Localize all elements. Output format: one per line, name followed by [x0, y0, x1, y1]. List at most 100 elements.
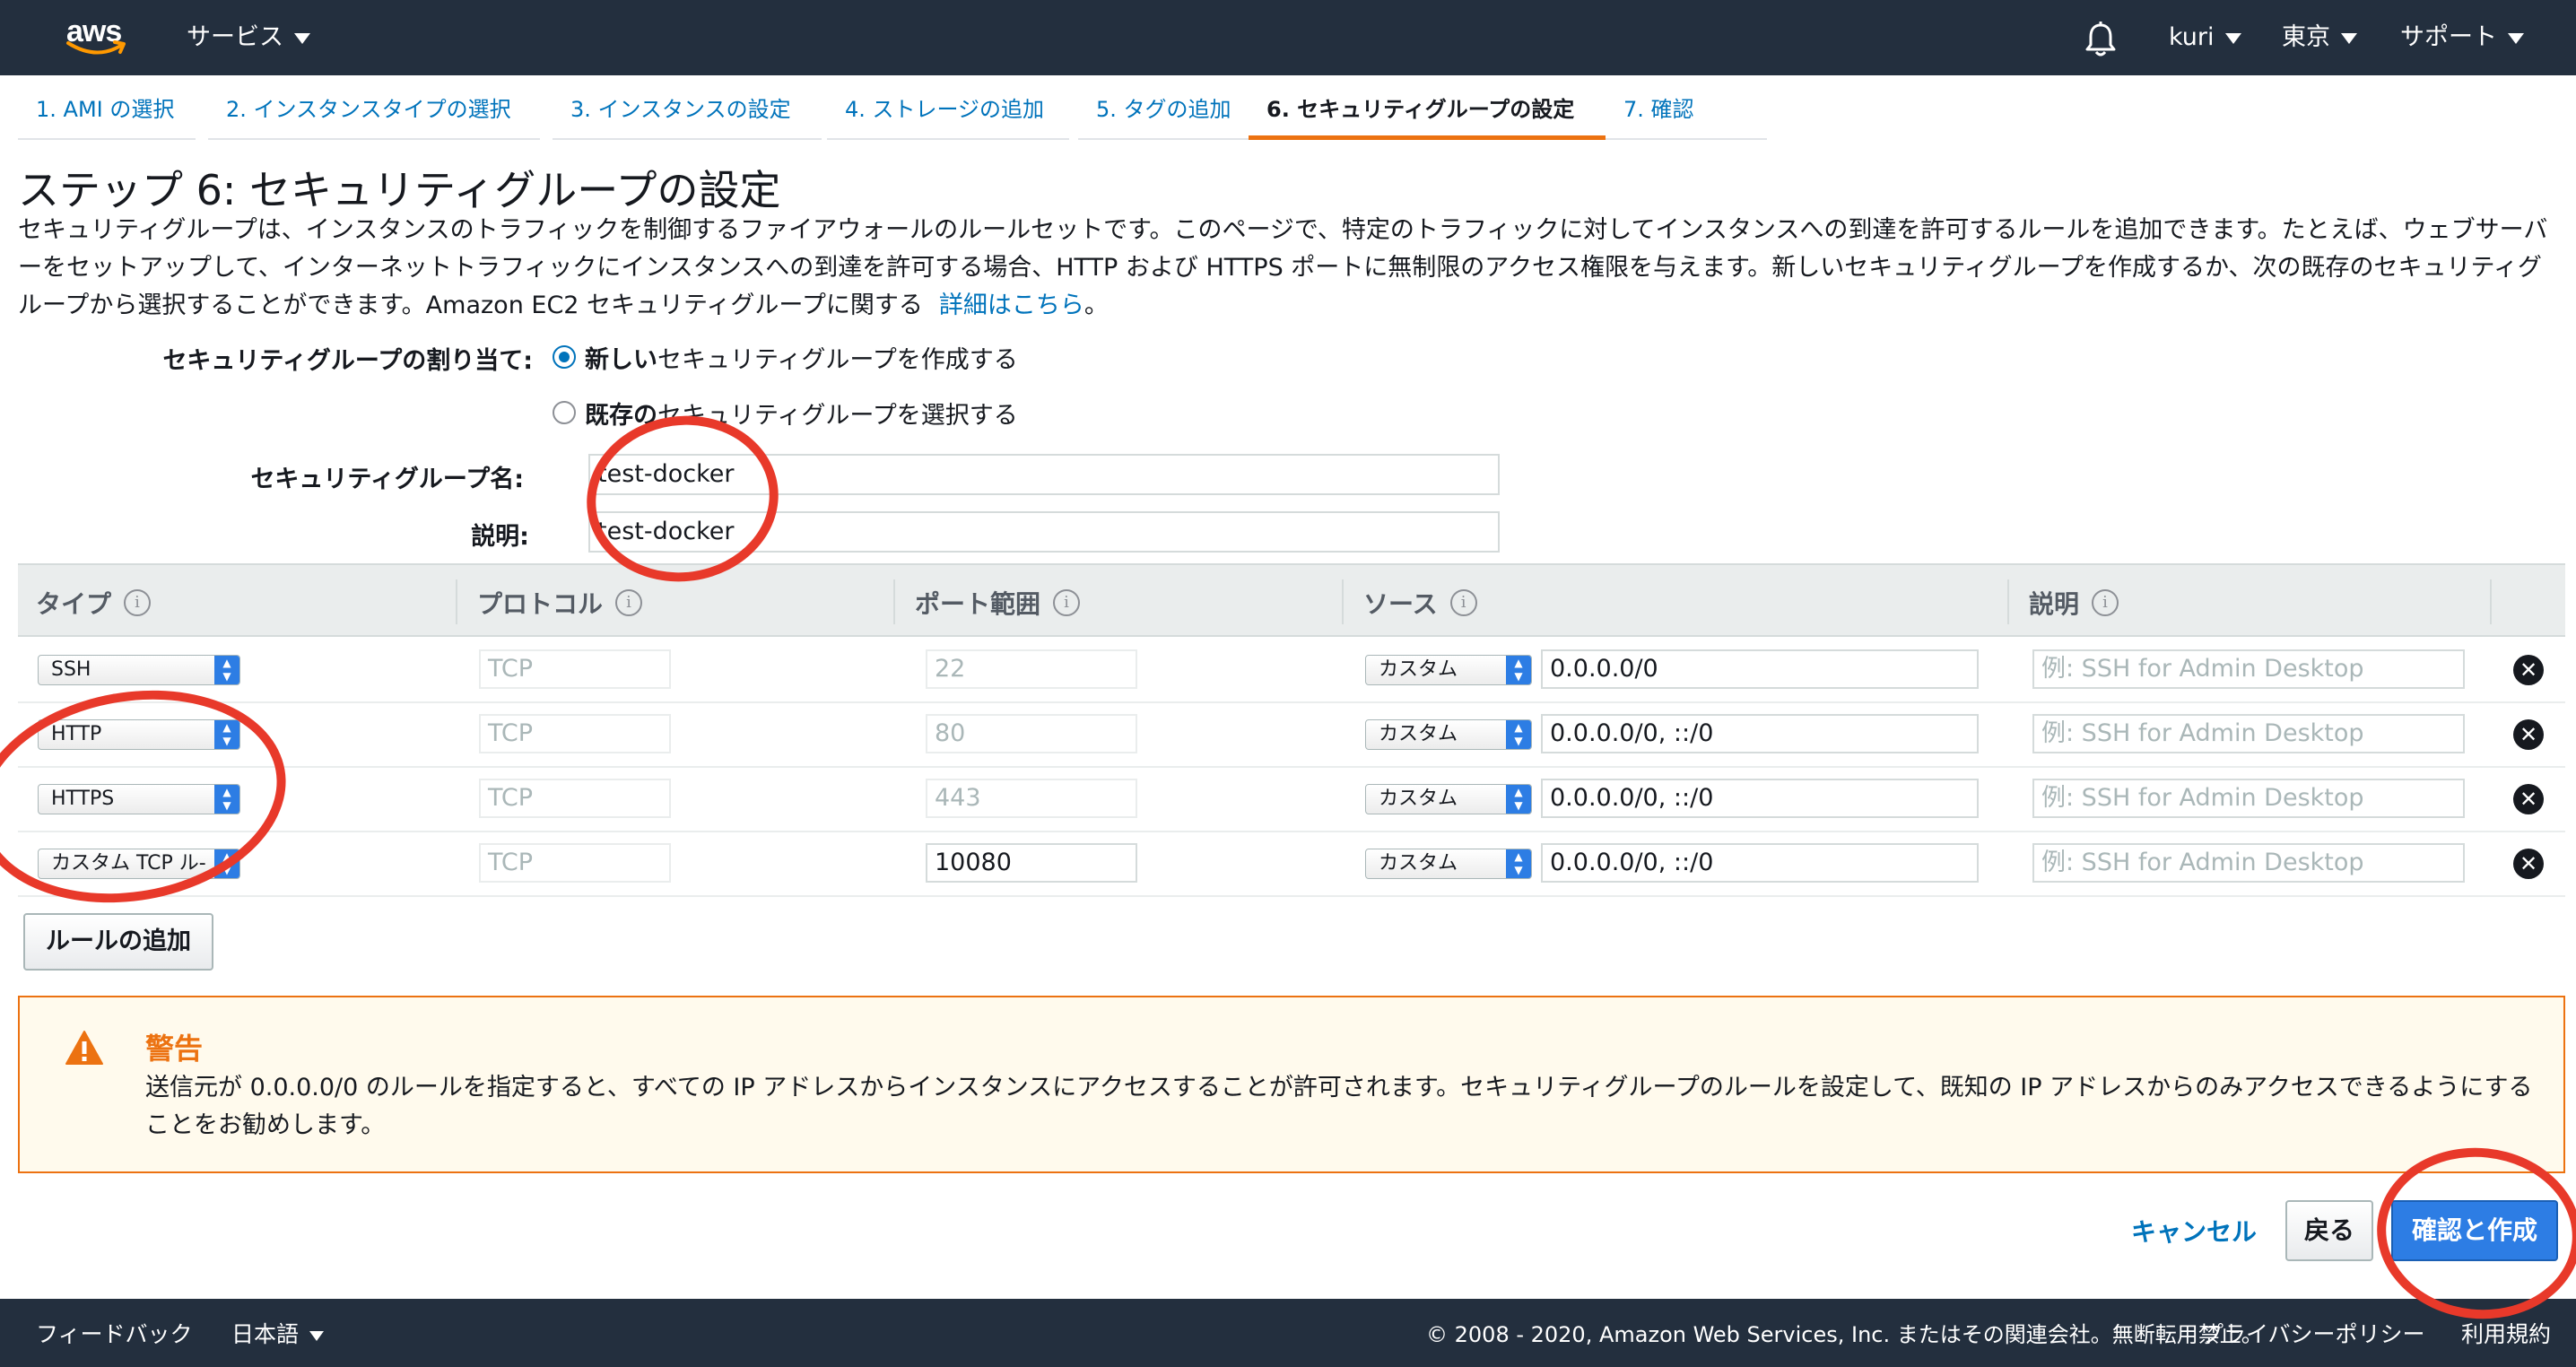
- select-arrows-icon: ▲ ▼: [1506, 785, 1531, 814]
- tab-review[interactable]: 7. 確認: [1606, 86, 1767, 140]
- radio-unselected-icon[interactable]: [553, 401, 576, 424]
- type-select[interactable]: HTTPS ▲ ▼: [38, 784, 240, 814]
- info-icon[interactable]: i: [1053, 589, 1081, 616]
- port-range-field: 22: [926, 649, 1137, 689]
- table-row: SSH ▲ ▼ TCP 22 カスタム ▲ ▼ 0.0.0.0/0 例: SSH for…: [18, 639, 2565, 703]
- back-button[interactable]: 戻る: [2285, 1200, 2373, 1261]
- source-mode-select[interactable]: カスタム ▲ ▼: [1365, 655, 1532, 685]
- type-select[interactable]: HTTP ▲ ▼: [38, 719, 240, 750]
- feedback-link[interactable]: フィードバック: [36, 1317, 193, 1349]
- chevron-down-icon: [2224, 32, 2241, 44]
- column-divider: [2490, 579, 2492, 624]
- source-mode-value: カスタム: [1379, 723, 1458, 745]
- assign-label: セキュリティグループの割り当て:: [162, 347, 533, 375]
- chevron-down-icon: [294, 32, 310, 44]
- remove-rule-icon[interactable]: ✕: [2513, 784, 2544, 814]
- aws-smile-icon: [66, 40, 126, 55]
- remove-rule-icon[interactable]: ✕: [2513, 849, 2544, 879]
- select-arrows-icon: ▲ ▼: [1506, 656, 1531, 684]
- user-menu[interactable]: kuri: [2169, 20, 2241, 56]
- group-description-label: 説明:: [471, 523, 529, 551]
- warning-icon: [65, 1031, 103, 1065]
- info-icon[interactable]: i: [124, 589, 152, 616]
- type-select-value: HTTP: [51, 723, 102, 745]
- port-range-field: 443: [926, 779, 1137, 818]
- chevron-down-icon: [309, 1330, 325, 1341]
- radio-new-label: セキュリティグループを作成する: [657, 345, 1018, 374]
- radio-existing-group[interactable]: 既存の セキュリティグループを選択する: [553, 395, 1018, 431]
- header-description-label: 説明: [2029, 589, 2080, 619]
- source-input[interactable]: 0.0.0.0/0, ::/0: [1541, 779, 1979, 818]
- chevron-down-icon: [2508, 32, 2524, 44]
- warning-title: 警告: [145, 1032, 204, 1066]
- info-icon[interactable]: i: [1449, 589, 1477, 616]
- bell-icon[interactable]: [2083, 20, 2119, 59]
- column-divider: [2007, 579, 2009, 624]
- header-protocol-label: プロトコル: [477, 589, 604, 619]
- header-description: 説明 i: [2029, 585, 2119, 621]
- protocol-field: TCP: [479, 649, 671, 689]
- description-input[interactable]: 例: SSH for Admin Desktop: [2032, 843, 2465, 883]
- support-label: サポート: [2400, 23, 2497, 51]
- warning-box: 警告 送信元が 0.0.0.0/0 のルールを指定すると、すべての IP アドレ…: [18, 996, 2565, 1173]
- add-rule-button[interactable]: ルールの追加: [23, 913, 213, 971]
- remove-rule-icon[interactable]: ✕: [2513, 655, 2544, 685]
- region-menu[interactable]: 東京: [2282, 20, 2357, 56]
- header-protocol: プロトコル i: [477, 585, 643, 621]
- source-input[interactable]: 0.0.0.0/0: [1541, 649, 1979, 689]
- source-input[interactable]: 0.0.0.0/0, ::/0: [1541, 843, 1979, 883]
- info-icon[interactable]: i: [615, 589, 643, 616]
- info-icon[interactable]: i: [2092, 589, 2119, 616]
- column-divider: [893, 579, 895, 624]
- privacy-link[interactable]: プライバシーポリシー: [2201, 1317, 2425, 1349]
- header-source: ソース i: [1363, 585, 1477, 621]
- protocol-field: TCP: [479, 714, 671, 753]
- port-range-input[interactable]: 10080: [926, 843, 1137, 883]
- remove-rule-icon[interactable]: ✕: [2513, 719, 2544, 750]
- select-arrows-icon: ▲ ▼: [214, 849, 239, 878]
- cancel-button[interactable]: キャンセル: [2131, 1213, 2257, 1249]
- services-label: サービス: [187, 23, 283, 51]
- source-mode-select[interactable]: カスタム ▲ ▼: [1365, 784, 1532, 814]
- type-select[interactable]: カスタム TCP ル- ▲ ▼: [38, 849, 240, 879]
- group-description-input[interactable]: test-docker: [588, 511, 1500, 553]
- group-name-input[interactable]: test-docker: [588, 454, 1500, 495]
- language-label: 日本語: [231, 1321, 300, 1347]
- select-arrows-icon: ▲ ▼: [214, 656, 239, 684]
- header-type: タイプ i: [36, 585, 152, 621]
- description-text: セキュリティグループは、インスタンスのトラフィックを制御するファイアウォールのル…: [18, 216, 2548, 319]
- tab-storage[interactable]: 4. ストレージの追加: [827, 86, 1069, 140]
- radio-existing-label: セキュリティグループを選択する: [657, 401, 1018, 430]
- review-and-launch-button[interactable]: 確認と作成: [2391, 1200, 2558, 1261]
- table-row: カスタム TCP ル- ▲ ▼ TCP 10080 カスタム ▲ ▼ 0.0.0.0/0…: [18, 832, 2565, 897]
- source-input[interactable]: 0.0.0.0/0, ::/0: [1541, 714, 1979, 753]
- support-menu[interactable]: サポート: [2400, 20, 2524, 56]
- table-row: HTTP ▲ ▼ TCP 80 カスタム ▲ ▼ 0.0.0.0/0, ::/0 例: …: [18, 703, 2565, 768]
- details-link[interactable]: 詳細はこちら: [939, 292, 1084, 319]
- type-select-value: HTTPS: [51, 788, 115, 810]
- tab-tags[interactable]: 5. タグの追加: [1078, 86, 1254, 140]
- language-menu[interactable]: 日本語: [231, 1317, 325, 1349]
- description-input[interactable]: 例: SSH for Admin Desktop: [2032, 649, 2465, 689]
- tab-instance-type[interactable]: 2. インスタンスタイプの選択: [208, 86, 540, 140]
- description-input[interactable]: 例: SSH for Admin Desktop: [2032, 779, 2465, 818]
- header-port-label: ポート範囲: [915, 589, 1041, 619]
- header-source-label: ソース: [1363, 589, 1438, 619]
- tab-ami[interactable]: 1. AMI の選択: [18, 86, 196, 140]
- services-menu[interactable]: サービス: [187, 20, 310, 56]
- radio-selected-icon[interactable]: [553, 345, 576, 369]
- terms-link[interactable]: 利用規約: [2461, 1317, 2551, 1349]
- protocol-field: TCP: [479, 843, 671, 883]
- type-select[interactable]: SSH ▲ ▼: [38, 655, 240, 685]
- top-nav: aws サービス kuri 東京 サポート: [0, 0, 2576, 75]
- description-input[interactable]: 例: SSH for Admin Desktop: [2032, 714, 2465, 753]
- tab-security-group[interactable]: 6. セキュリティグループの設定: [1249, 86, 1606, 140]
- source-mode-select[interactable]: カスタム ▲ ▼: [1365, 719, 1532, 750]
- select-arrows-icon: ▲ ▼: [1506, 720, 1531, 749]
- tab-instance-config[interactable]: 3. インスタンスの設定: [553, 86, 822, 140]
- aws-logo[interactable]: aws: [65, 14, 133, 61]
- source-mode-select[interactable]: カスタム ▲ ▼: [1365, 849, 1532, 879]
- group-name-label: セキュリティグループ名:: [250, 466, 524, 493]
- source-mode-value: カスタム: [1379, 788, 1458, 810]
- radio-new-group[interactable]: 新しい セキュリティグループを作成する: [553, 339, 1018, 375]
